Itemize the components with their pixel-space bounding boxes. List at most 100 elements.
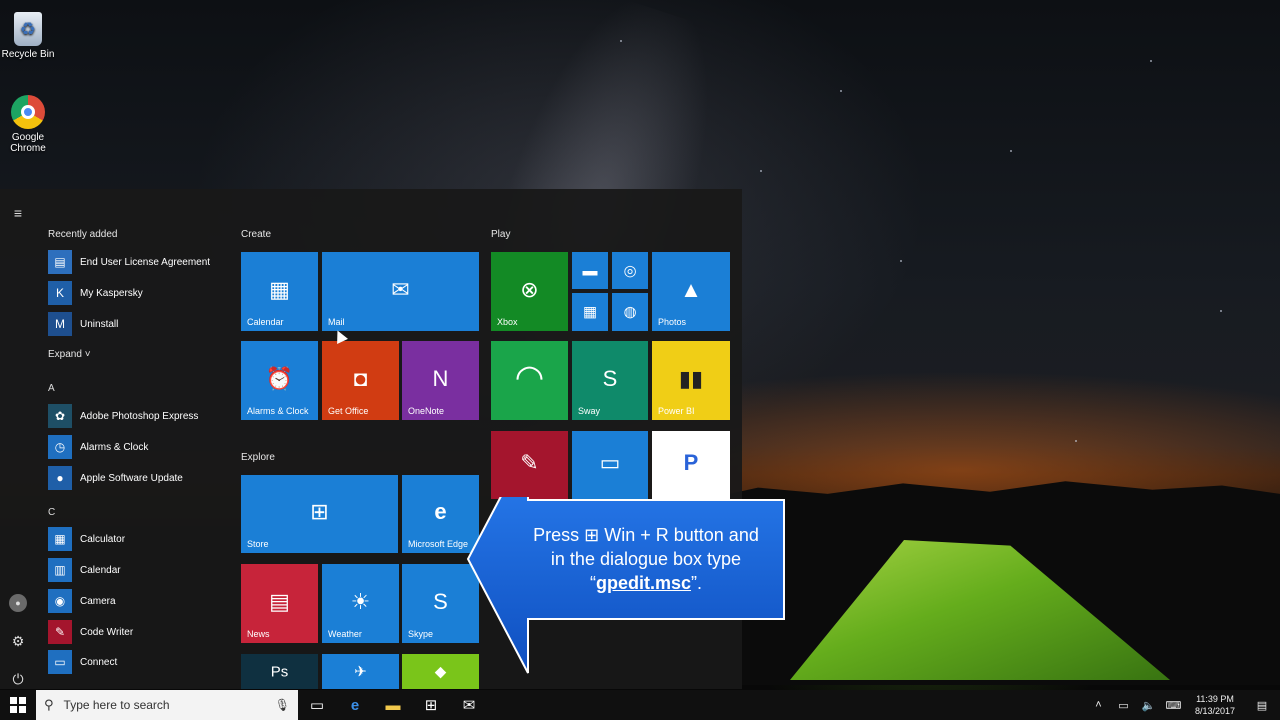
app-item-uninstall[interactable]: M Uninstall bbox=[48, 311, 223, 337]
tile-photos[interactable]: ▲ Photos bbox=[652, 252, 730, 331]
photos-icon: ▲ bbox=[680, 276, 702, 302]
tile-get-office[interactable]: ◘ Get Office bbox=[322, 341, 399, 420]
tile-alarms-clock[interactable]: ⏰ Alarms & Clock bbox=[241, 341, 318, 420]
letter-header-a[interactable]: A bbox=[48, 383, 55, 394]
quote-close: ”. bbox=[691, 573, 703, 593]
app-item-code-writer[interactable]: ✎ Code Writer bbox=[48, 619, 223, 645]
recycle-bin-shortcut[interactable]: ♻ Recycle Bin bbox=[0, 12, 58, 60]
group-title-play[interactable]: Play bbox=[491, 229, 510, 240]
tile-remote-desktop[interactable]: ▭ bbox=[572, 431, 648, 499]
calendar-icon: ▦ bbox=[269, 276, 290, 302]
tile-weather[interactable]: ☀ Weather bbox=[322, 564, 399, 643]
app-label: Uninstall bbox=[80, 318, 119, 330]
app-item-calendar[interactable]: ▥ Calendar bbox=[48, 557, 223, 583]
task-view-button[interactable]: ▭ bbox=[298, 690, 336, 720]
command-text: gpedit.msc bbox=[595, 573, 692, 593]
tile-store[interactable]: ⊞ Store bbox=[241, 475, 398, 553]
tile-pandora[interactable]: P bbox=[652, 431, 730, 499]
tile-app-green[interactable]: ◠ bbox=[491, 341, 568, 420]
app-item-apple-software-update[interactable]: ● Apple Software Update bbox=[48, 465, 223, 491]
edge-taskbar-button[interactable]: e bbox=[336, 690, 374, 720]
expand-button[interactable]: Expand ˅ bbox=[48, 349, 91, 360]
app-item-camera[interactable]: ◉ Camera bbox=[48, 588, 223, 614]
star bbox=[1220, 310, 1222, 312]
tile-sway[interactable]: S Sway bbox=[572, 341, 648, 420]
recycle-bin-icon: ♻ bbox=[14, 12, 42, 46]
app-item-calculator[interactable]: ▦ Calculator bbox=[48, 526, 223, 552]
remote-desktop-icon: ▭ bbox=[599, 449, 621, 475]
tile-mail[interactable]: ✉ Mail bbox=[322, 252, 479, 331]
start-button[interactable] bbox=[0, 690, 36, 720]
settings-gear-icon[interactable]: ⚙ bbox=[9, 632, 27, 650]
store-taskbar-button[interactable]: ⊞ bbox=[412, 690, 450, 720]
tile-xbox[interactable]: ⊗ Xbox bbox=[491, 252, 568, 331]
hamburger-icon[interactable]: ≡ bbox=[9, 204, 27, 222]
film-icon: ▬ bbox=[582, 262, 598, 279]
google-chrome-shortcut[interactable]: Google Chrome bbox=[0, 95, 58, 154]
arc-logo-icon: ◠ bbox=[514, 358, 545, 397]
taskbar: ⚲ Type here to search 🎙 ▭ e ▬ ⊞ ✉ ˄ ▭ 🔈 … bbox=[0, 690, 1280, 720]
tile-calendar[interactable]: ▦ Calendar bbox=[241, 252, 318, 331]
tile-webcam[interactable]: ◍ bbox=[612, 293, 648, 331]
office-icon: ◘ bbox=[353, 365, 368, 391]
tile-label: Sway bbox=[578, 406, 601, 416]
callout-line-3: “gpedit.msc”. bbox=[506, 571, 786, 595]
star bbox=[900, 260, 902, 262]
app-item-alarms-clock[interactable]: ◷ Alarms & Clock bbox=[48, 434, 223, 460]
tile-label: Photos bbox=[658, 317, 687, 327]
search-placeholder: Type here to search bbox=[63, 698, 170, 712]
volume-icon[interactable]: 🔈 bbox=[1136, 699, 1161, 712]
app-label: Calendar bbox=[80, 564, 121, 576]
group-title-create[interactable]: Create bbox=[241, 229, 271, 240]
tile-label: Get Office bbox=[328, 406, 369, 416]
app-item-photoshop-express[interactable]: ✿ Adobe Photoshop Express bbox=[48, 403, 223, 429]
store-bag-icon: ⊞ bbox=[310, 498, 329, 524]
tile-photoshop-express[interactable]: Ps bbox=[241, 654, 318, 689]
action-center-icon[interactable]: ▤ bbox=[1244, 699, 1280, 712]
calendar-icon: ▥ bbox=[48, 558, 72, 582]
star bbox=[620, 40, 622, 42]
code-writer-icon: ✎ bbox=[48, 620, 72, 644]
tile-power-bi[interactable]: ▮▮ Power BI bbox=[652, 341, 730, 420]
tile-label: Alarms & Clock bbox=[247, 406, 309, 416]
sway-icon: S bbox=[602, 365, 618, 391]
tile-calculator[interactable]: ▦ bbox=[572, 293, 608, 331]
webcam-icon: ◍ bbox=[623, 303, 637, 321]
tile-groove-music[interactable]: ◎ bbox=[612, 252, 648, 289]
tile-onenote[interactable]: N OneNote bbox=[402, 341, 479, 420]
tile-code-writer[interactable]: ✎ bbox=[491, 431, 568, 499]
recently-added-heading: Recently added bbox=[48, 229, 118, 240]
callout-line-1: Press ⊞ Win + R button and bbox=[533, 525, 759, 545]
microphone-icon[interactable]: 🎙 bbox=[275, 698, 290, 712]
clock-date: 8/13/2017 bbox=[1194, 706, 1236, 716]
user-avatar-icon[interactable]: ● bbox=[9, 594, 27, 612]
task-view-icon: ▭ bbox=[309, 697, 325, 714]
taskbar-clock[interactable]: 11:39 PM 8/13/2017 bbox=[1186, 693, 1244, 717]
tile-news[interactable]: ▤ News bbox=[241, 564, 318, 643]
network-icon[interactable]: ▭ bbox=[1111, 699, 1136, 712]
app-label: Connect bbox=[80, 656, 118, 668]
power-icon[interactable]: ⏻ bbox=[9, 670, 27, 688]
onenote-icon: N bbox=[432, 365, 449, 391]
tile-movies[interactable]: ▬ bbox=[572, 252, 608, 289]
app-item-connect[interactable]: ▭ Connect bbox=[48, 649, 223, 675]
taskbar-search-box[interactable]: ⚲ Type here to search 🎙 bbox=[36, 690, 298, 720]
code-writer-icon: ✎ bbox=[520, 449, 539, 475]
app-item-end-user-license[interactable]: ▤ End User License Agreement bbox=[48, 249, 223, 275]
star bbox=[1010, 150, 1012, 152]
keyboard-icon[interactable]: ⌨ bbox=[1161, 699, 1186, 712]
document-icon: ▤ bbox=[48, 250, 72, 274]
clock-time: 11:39 PM bbox=[1196, 694, 1234, 704]
letter-header-c[interactable]: C bbox=[48, 507, 55, 518]
app-label: Apple Software Update bbox=[80, 472, 183, 484]
file-explorer-button[interactable]: ▬ bbox=[374, 690, 412, 720]
chevron-up-icon[interactable]: ˄ bbox=[1086, 699, 1111, 711]
pandora-icon: P bbox=[683, 449, 699, 475]
app-item-my-kaspersky[interactable]: K My Kaspersky bbox=[48, 280, 223, 306]
tile-bird-app[interactable]: ✈ bbox=[322, 654, 399, 689]
group-title-explore[interactable]: Explore bbox=[241, 452, 275, 463]
mail-taskbar-button[interactable]: ✉ bbox=[450, 690, 488, 720]
instruction-callout: Press ⊞ Win + R button and in the dialog… bbox=[466, 497, 786, 675]
callout-line-2: in the dialogue box type bbox=[550, 549, 742, 569]
bar-chart-icon: ▮▮ bbox=[678, 365, 704, 391]
